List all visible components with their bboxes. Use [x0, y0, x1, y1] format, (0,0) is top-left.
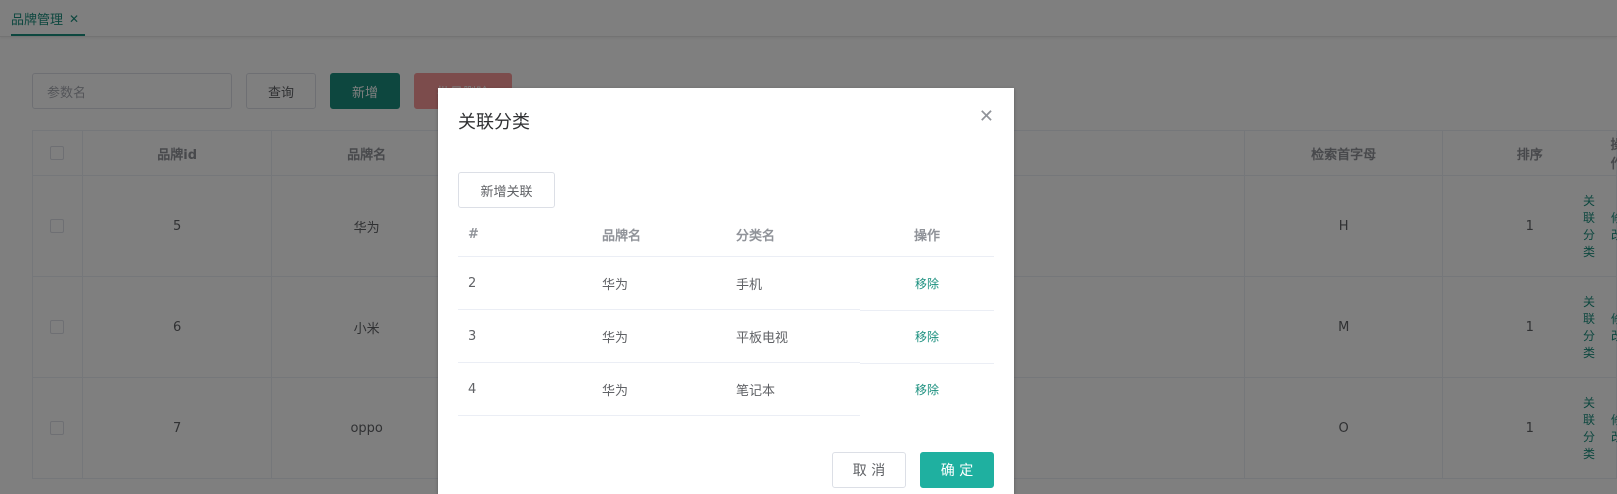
dialog-title: 关联分类	[458, 112, 530, 133]
cell-index: 3	[468, 329, 477, 344]
cell-ops: 移除	[860, 363, 994, 416]
relation-header-row: # 品牌名 分类名 操作	[458, 212, 994, 257]
cell-category-name: 平板电视	[736, 331, 789, 346]
cell-ops: 移除	[860, 310, 994, 363]
remove-link[interactable]: 移除	[915, 328, 939, 345]
remove-link[interactable]: 移除	[915, 381, 939, 398]
table-row: 4 华为 笔记本 移除	[458, 363, 994, 416]
row-divider	[860, 363, 994, 364]
header-ops: 操作	[913, 228, 940, 244]
header-category-name: 分类名	[736, 228, 776, 244]
close-icon[interactable]: ✕	[979, 106, 994, 127]
header-brand-name: 品牌名	[602, 228, 642, 244]
cell-category-name: 笔记本	[736, 384, 776, 399]
relation-table: # 品牌名 分类名 操作 2 华为 手机 移除 3 华为 平板电视 移除 4 华…	[458, 212, 994, 416]
cell-brand-name: 华为	[602, 384, 629, 399]
cancel-button[interactable]: 取 消	[832, 452, 906, 488]
row-divider	[860, 310, 994, 311]
cell-brand-name: 华为	[602, 278, 629, 293]
header-index: #	[468, 226, 479, 242]
remove-link[interactable]: 移除	[915, 275, 939, 292]
cell-brand-name: 华为	[602, 331, 629, 346]
row-divider	[458, 415, 860, 416]
cell-index: 4	[468, 382, 477, 397]
add-relation-button[interactable]: 新增关联	[458, 172, 555, 208]
dialog-footer: 取 消 确 定	[832, 452, 994, 488]
table-row: 3 华为 平板电视 移除	[458, 310, 994, 363]
table-row: 2 华为 手机 移除	[458, 257, 994, 310]
cell-category-name: 手机	[736, 278, 763, 293]
cell-ops: 移除	[860, 257, 994, 310]
cell-index: 2	[468, 276, 477, 291]
relate-category-dialog: 关联分类 ✕ 新增关联 # 品牌名 分类名 操作 2 华为 手机 移除 3 华为…	[438, 88, 1014, 494]
confirm-button[interactable]: 确 定	[920, 452, 994, 488]
